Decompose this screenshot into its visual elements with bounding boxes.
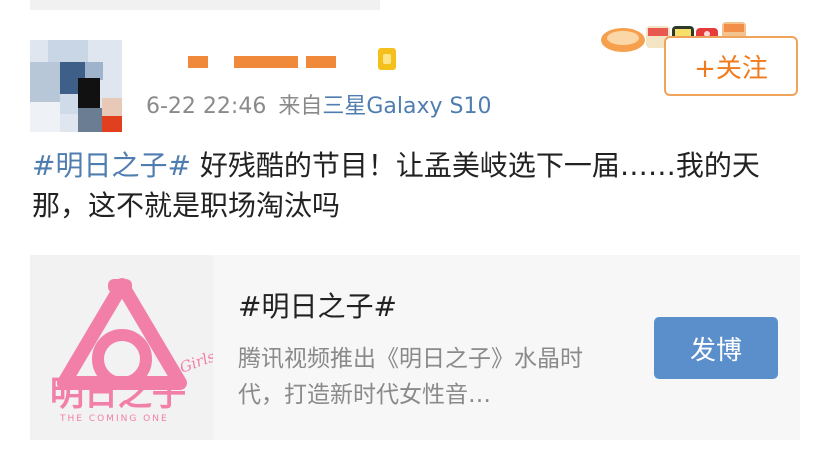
redaction-block [234, 56, 298, 68]
username-redacted[interactable] [188, 48, 408, 72]
avatar[interactable] [30, 40, 122, 132]
source-prefix: 来自 [278, 94, 323, 119]
logo-script: Girls [177, 347, 213, 376]
topic-logo: 明日之子 Girls THE COMING ONE [30, 255, 218, 440]
follow-button[interactable]: +关注 [664, 36, 798, 96]
post-meta: 6-22 22:46 来自三星Galaxy S10 [146, 88, 491, 120]
vip-badge-icon [378, 48, 396, 70]
the-coming-one-logo-icon: 明日之子 Girls THE COMING ONE [50, 278, 218, 424]
topic-card[interactable]: 明日之子 Girls THE COMING ONE #明日之子# 腾讯视频推出《… [30, 255, 800, 440]
logo-sub: THE COMING ONE [59, 414, 169, 424]
logo-text: 明日之子 [50, 374, 186, 414]
card-title: #明日之子# [238, 290, 397, 323]
card-description: 腾讯视频推出《明日之子》水晶时代，打造新时代女性音… [238, 346, 583, 408]
hashtag-link[interactable]: #明日之子# [32, 149, 191, 182]
device-link[interactable]: 三星Galaxy S10 [322, 94, 491, 119]
post-date: 6-22 22:46 [146, 94, 267, 119]
post-body: #明日之子# 好残酷的节目！让孟美岐选下一届……我的天那，这不就是职场淘汰吗 [32, 146, 802, 226]
redaction-block [188, 56, 208, 68]
previous-item-edge [30, 0, 380, 10]
post-button[interactable]: 发博 [654, 317, 778, 379]
redaction-block [306, 56, 336, 68]
